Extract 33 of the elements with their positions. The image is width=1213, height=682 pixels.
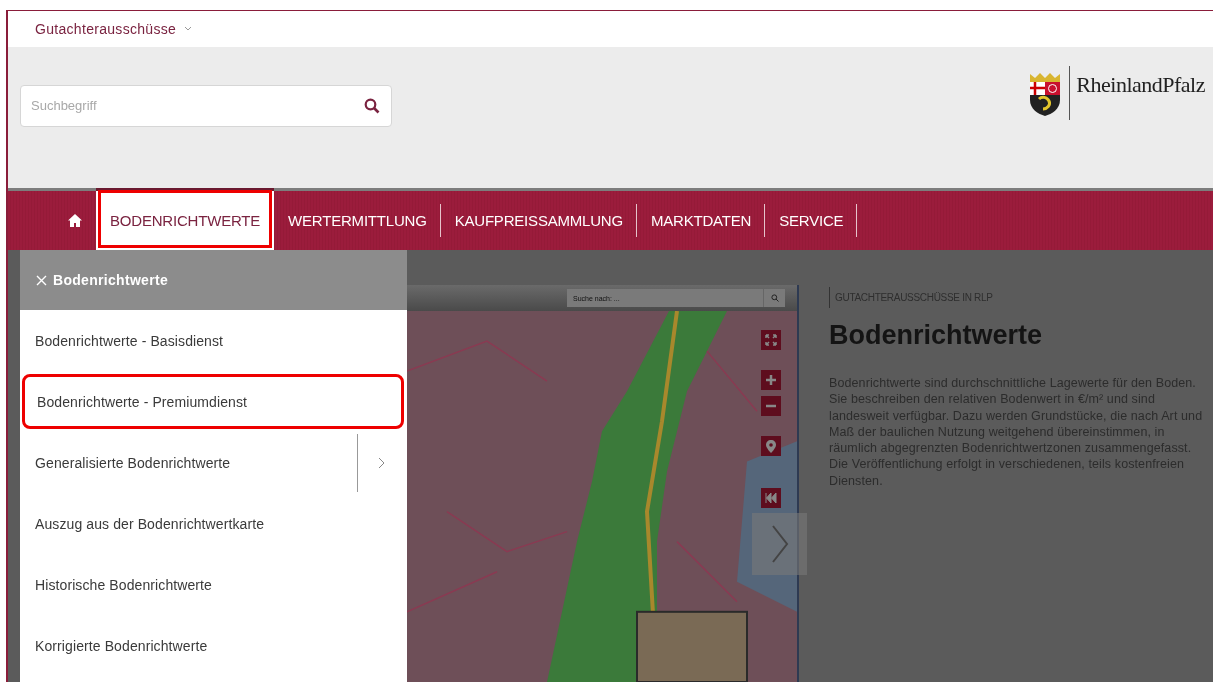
page-heading: Bodenrichtwerte xyxy=(829,320,1044,351)
location-pin-icon xyxy=(766,439,776,453)
nav-tab[interactable]: KAUFPREISSAMMLUNG xyxy=(440,191,637,250)
menu-link[interactable]: Auszug aus der Bodenrichtwertkarte xyxy=(35,515,265,532)
rewind-button[interactable] xyxy=(761,488,781,508)
menu-link[interactable]: Historische Bodenrichtwerte xyxy=(35,576,212,593)
nav-tab[interactable]: SERVICE xyxy=(765,191,858,250)
nav-tab[interactable]: BODENRICHTWERTE xyxy=(96,188,275,250)
fullscreen-button[interactable] xyxy=(761,330,781,350)
menu-link[interactable]: Bodenrichtwerte - Premiumdienst xyxy=(37,393,248,410)
chevron-right-icon xyxy=(378,456,385,469)
map-search-button[interactable] xyxy=(763,289,785,307)
location-pin-button[interactable] xyxy=(761,436,781,456)
menu-link[interactable]: Bodenrichtwerte - Basisdienst xyxy=(35,332,224,349)
home-icon xyxy=(68,214,82,227)
chevron-right-icon xyxy=(770,524,789,564)
zoom-in-button[interactable] xyxy=(761,370,781,390)
search-icon[interactable] xyxy=(364,97,380,114)
menu-title: Bodenrichtwerte xyxy=(53,272,168,288)
plus-icon xyxy=(765,374,777,386)
chevron-down-icon xyxy=(184,26,193,32)
fullscreen-icon xyxy=(765,334,777,346)
rewind-icon xyxy=(765,493,777,503)
search-icon xyxy=(770,294,779,302)
menu-link[interactable]: Korrigierte Bodenrichtwerte xyxy=(35,637,208,654)
nav-tab[interactable]: MARKTDATEN xyxy=(636,191,766,250)
search-field[interactable]: Suchbegriff xyxy=(20,84,392,127)
logo-wordmark: RheinlandPfalz xyxy=(1069,65,1205,120)
menu-link[interactable]: Generalisierte Bodenrichtwerte xyxy=(35,454,231,471)
site-menu-dropdown[interactable]: Gutachterausschüsse xyxy=(35,21,193,37)
nav-tab[interactable]: WERTERMITTLUNG xyxy=(274,191,441,250)
zoom-out-button[interactable] xyxy=(761,396,781,416)
close-icon[interactable] xyxy=(36,274,47,286)
